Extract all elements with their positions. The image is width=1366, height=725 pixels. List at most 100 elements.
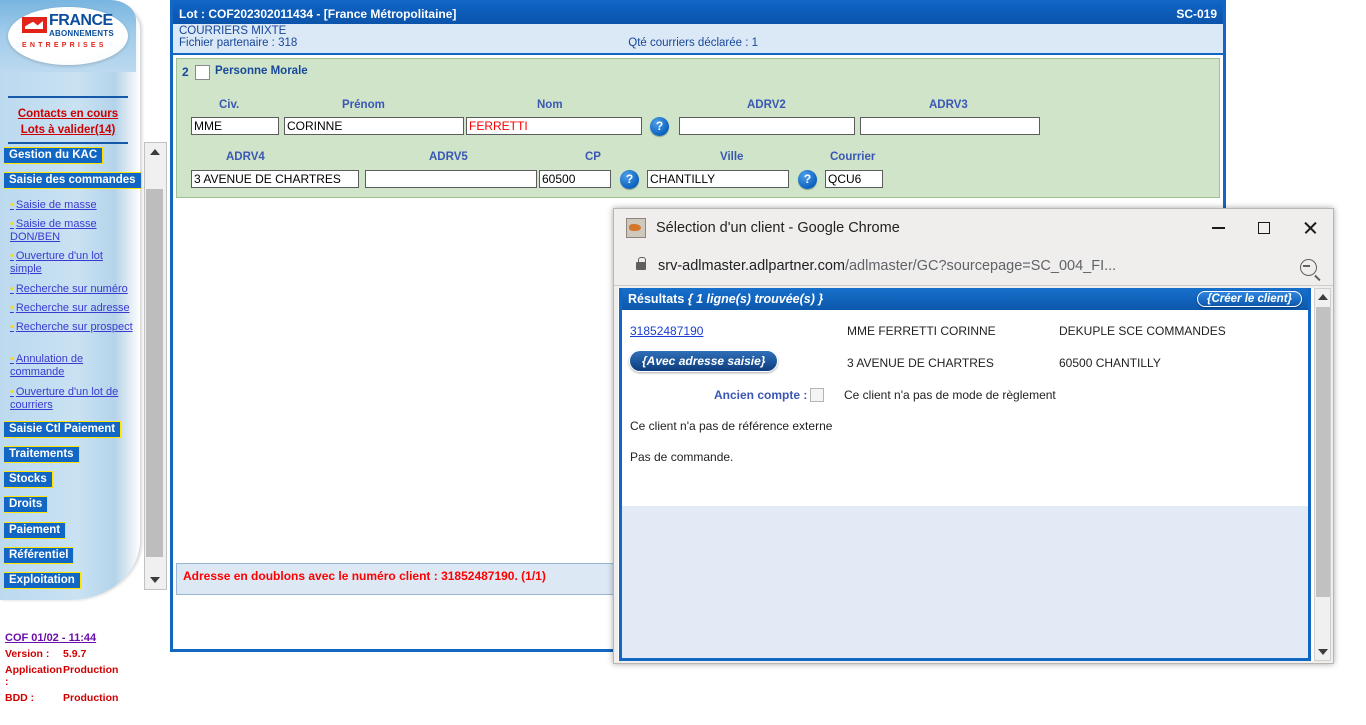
help-icon-nom[interactable]: ? xyxy=(650,117,669,136)
sidebar-item-stocks[interactable]: Stocks xyxy=(3,471,53,488)
sidebar-subitem-saisie-de-masse-don-ben[interactable]: • Saisie de masse DON/BEN xyxy=(10,218,135,244)
results-count: { 1 ligne(s) trouvée(s) } xyxy=(687,292,824,306)
input-ville[interactable]: CHANTILLY xyxy=(647,170,789,188)
link-lots-a-valider[interactable]: Lots à valider(14) xyxy=(0,124,136,136)
help-icon-cp[interactable]: ? xyxy=(620,170,639,189)
sidebar-subitem-label: Recherche sur adresse xyxy=(15,302,130,314)
popup-scroll-down-icon[interactable] xyxy=(1315,644,1330,660)
old-account-label: Ancien compte : xyxy=(714,388,808,402)
client-address-form: 2 Personne Morale Civ. Prénom Nom ADRV2 … xyxy=(176,58,1220,198)
input-adrv3[interactable] xyxy=(860,117,1040,135)
popup-page: Résultats { 1 ligne(s) trouvée(s) } {Cré… xyxy=(618,288,1331,661)
bullet-icon: • xyxy=(10,250,14,262)
sidebar-subitem-label: Recherche sur prospect xyxy=(15,321,133,333)
url-text: srv-adlmaster.adlpartner.com/adlmaster/G… xyxy=(658,258,1116,274)
sidebar-item-saisie-des-commandes[interactable]: Saisie des commandes xyxy=(3,172,142,189)
label-courrier: Courrier xyxy=(830,151,876,163)
sidebar-subitem-ouverture-lot-simple[interactable]: • Ouverture d'un lot simple xyxy=(10,250,135,276)
sidebar-subitem-recherche-sur-prospect[interactable]: • Recherche sur prospect xyxy=(10,321,135,334)
help-icon-ville[interactable]: ? xyxy=(798,170,817,189)
sidebar-item-referentiel[interactable]: Référentiel xyxy=(3,547,75,564)
bullet-icon: • xyxy=(10,321,14,333)
input-civ[interactable]: MME xyxy=(191,117,279,135)
label-nom: Nom xyxy=(537,99,563,111)
sidebar-item-gestion-du-kac[interactable]: Gestion du KAC xyxy=(3,147,104,164)
client-number-link[interactable]: 31852487190 xyxy=(630,324,703,338)
url-path: /adlmaster/GC?sourcepage=SC_004_FI... xyxy=(844,258,1117,274)
sidebar-subitem-saisie-de-masse[interactable]: • Saisie de masse xyxy=(10,199,135,212)
input-cp[interactable]: 60500 xyxy=(539,170,611,188)
scroll-down-arrow-icon[interactable] xyxy=(145,571,164,589)
popup-scrollbar[interactable] xyxy=(1314,288,1331,661)
zoom-out-icon[interactable] xyxy=(1300,259,1317,276)
sidebar-subitem-ouverture-lot-courriers[interactable]: • Ouverture d'un lot de courriers xyxy=(10,386,135,412)
input-nom[interactable]: FERRETTI xyxy=(466,117,642,135)
company-logo: FRANCE ABONNEMENTS ENTREPRISES xyxy=(0,0,136,72)
close-button[interactable] xyxy=(1287,209,1333,247)
no-payment-mode-text: Ce client n'a pas de mode de règlement xyxy=(844,388,1056,402)
sidebar: FRANCE ABONNEMENTS ENTREPRISES Contacts … xyxy=(0,0,143,725)
sidebar-subitem-label: Ouverture d'un lot de courriers xyxy=(10,386,119,411)
main-scrollbar[interactable] xyxy=(144,142,167,590)
divider-top xyxy=(8,96,128,98)
sidebar-subitem-recherche-sur-adresse[interactable]: • Recherche sur adresse xyxy=(10,302,135,315)
sidebar-subitem-label: Recherche sur numéro xyxy=(15,283,128,295)
sidebar-item-traitements[interactable]: Traitements xyxy=(3,446,80,463)
version-timestamp: COF 01/02 - 11:44 xyxy=(5,632,97,644)
old-account-checkbox[interactable] xyxy=(810,388,824,402)
logo-brand-text: FRANCE xyxy=(49,12,113,29)
input-prenom[interactable]: CORINNE xyxy=(284,117,464,135)
minimize-button[interactable] xyxy=(1195,209,1241,247)
courrier-type: COURRIERS MIXTE xyxy=(179,25,287,37)
sidebar-subitem-annulation-de-commande[interactable]: • Annulation de commande xyxy=(10,353,135,379)
sidebar-item-saisie-ctl-paiement[interactable]: Saisie Ctl Paiement xyxy=(3,421,122,438)
popup-scroll-up-icon[interactable] xyxy=(1315,289,1330,305)
scrollbar-thumb[interactable] xyxy=(146,189,163,557)
input-adrv5[interactable] xyxy=(365,170,537,188)
client-service: DEKUPLE SCE COMMANDES xyxy=(1059,324,1226,338)
scroll-up-arrow-icon[interactable] xyxy=(145,143,164,161)
sidebar-subitem-label: Saisie de masse DON/BEN xyxy=(10,218,97,243)
sidebar-item-exploitation[interactable]: Exploitation xyxy=(3,572,81,589)
results-label: Résultats xyxy=(628,292,685,306)
client-address: 3 AVENUE DE CHARTRES xyxy=(847,356,994,370)
app-title-bar: Lot : COF202302011434 - [France Métropol… xyxy=(173,3,1223,24)
sidebar-subitem-recherche-sur-numero[interactable]: • Recherche sur numéro xyxy=(10,283,135,296)
label-prenom: Prénom xyxy=(342,99,385,111)
input-adrv4[interactable]: 3 AVENUE DE CHARTRES xyxy=(191,170,359,188)
create-client-button[interactable]: {Créer le client} xyxy=(1196,291,1302,307)
popup-title-bar[interactable]: Sélection d'un client - Google Chrome xyxy=(614,209,1333,247)
input-courrier[interactable]: QCU6 xyxy=(825,170,883,188)
sidebar-item-droits[interactable]: Droits xyxy=(3,496,49,513)
input-adrv2[interactable] xyxy=(679,117,855,135)
label-cp: CP xyxy=(585,151,601,163)
bullet-icon: • xyxy=(10,386,14,398)
application-value: Production xyxy=(63,664,119,676)
favicon-icon xyxy=(626,218,646,238)
personne-morale-checkbox[interactable] xyxy=(195,65,210,80)
version-value: 5.9.7 xyxy=(63,648,87,660)
sidebar-item-paiement[interactable]: Paiement xyxy=(3,522,67,539)
bullet-icon: • xyxy=(10,283,14,295)
maximize-button[interactable] xyxy=(1241,209,1287,247)
close-icon xyxy=(1303,221,1317,235)
version-label: Version : xyxy=(5,648,50,660)
version-row: Version : 5.9.7 xyxy=(5,648,143,660)
app-subheader: COURRIERS MIXTE Fichier partenaire : 318… xyxy=(173,24,1223,55)
application-label: Application : xyxy=(5,664,63,688)
logo-mark-icon xyxy=(22,17,47,33)
no-order-text: Pas de commande. xyxy=(630,450,734,464)
window-controls xyxy=(1195,209,1333,247)
bdd-label: BDD : xyxy=(5,692,35,704)
link-contacts-en-cours[interactable]: Contacts en cours xyxy=(0,108,136,120)
popup-scrollbar-thumb[interactable] xyxy=(1316,307,1330,597)
popup-address-bar[interactable]: srv-adlmaster.adlpartner.com/adlmaster/G… xyxy=(614,247,1333,286)
minimize-icon xyxy=(1211,227,1225,229)
label-adrv5: ADRV5 xyxy=(429,151,468,163)
url-host: srv-adlmaster.adlpartner.com xyxy=(658,258,845,274)
with-entered-address-button[interactable]: {Avec adresse saisie} xyxy=(629,350,779,372)
results-header: Résultats { 1 ligne(s) trouvée(s) } {Cré… xyxy=(622,288,1308,310)
lot-title: Lot : COF202302011434 - [France Métropol… xyxy=(179,6,457,21)
logo-tagline-text: ENTREPRISES xyxy=(22,42,107,49)
personne-morale-label: Personne Morale xyxy=(215,65,308,77)
